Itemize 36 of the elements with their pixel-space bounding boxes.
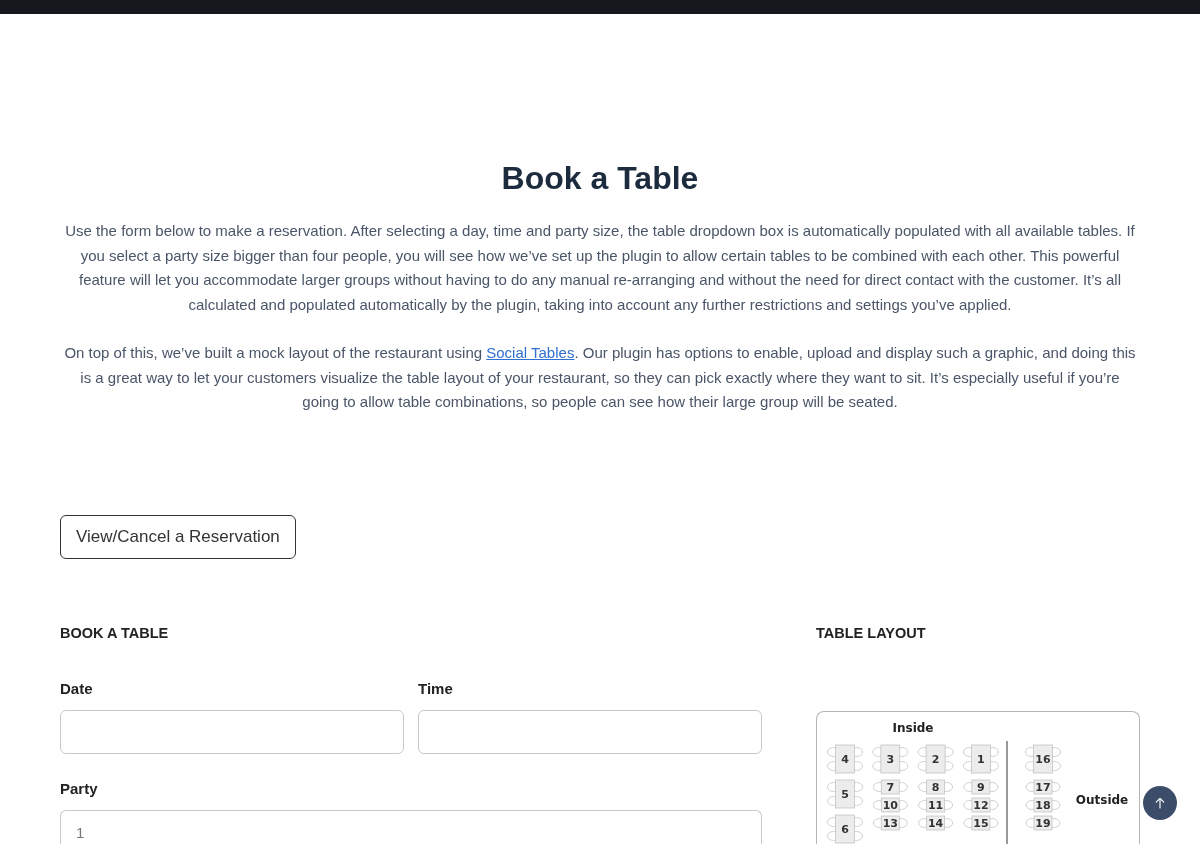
area-label: Outside (1075, 792, 1129, 807)
social-tables-link[interactable]: Social Tables (486, 344, 575, 361)
floor-plan-table: 14 (918, 815, 954, 830)
intro-paragraph: Use the form below to make a reservation. After selecting a day, time and party size, the table dropdown box is automatically populated with all available tables. If you select a party size bigger than four people, you will see how we’ve set up the plugin to allow certain tables to be combined with each other. This powerful feature will let you accommodate larger groups without having to do any manual re-arranging and without the need for direct contact with the customer. It’s all calculated and populated automatically by the plugin, taking into account any further restrictions and settings you’ve applied. (64, 221, 1136, 315)
input-field[interactable] (60, 709, 404, 754)
floor-plan-table: 18 (1025, 797, 1061, 812)
floor-plan-table: 10 (872, 797, 908, 812)
floor-plan-table: 11 (918, 797, 954, 812)
floor-plan-table: 8 (918, 779, 954, 794)
section-heading: BOOK A TABLE (60, 623, 170, 643)
area-label: Inside (892, 720, 934, 735)
floor-plan-table: 4 (827, 744, 863, 773)
arrow-up-icon (1155, 797, 1165, 809)
floor-plan-table: 5 (827, 779, 863, 808)
intro-paragraph: On top of this, we’ve built a mock layout of the restaurant using Social Tables. Our plugin has options to enable, upload and display such a graphic, and doing this is a great way to let your customers visualize the table layout of your restaurant, so they can pick exactly where they want to sit. It’s especially useful if you’re going to allow table combinations, so people can see how their large group will be seated. (63, 343, 1137, 412)
view-cancel-reservation-button[interactable]: View/Cancel a Reservation (60, 514, 296, 559)
floor-plan-table: 19 (1025, 815, 1061, 830)
floor-plan-table: 1 (962, 744, 999, 773)
field-label: Date (60, 678, 93, 699)
floor-plan-table: 17 (1025, 779, 1061, 794)
page-title: Book a Table (500, 159, 700, 198)
floor-plan-table: 7 (872, 779, 908, 794)
floor-plan-table: 15 (963, 815, 999, 830)
input-field[interactable]: 1 (60, 809, 762, 844)
section-heading: TABLE LAYOUT (816, 623, 927, 643)
floor-plan-table: 2 (917, 744, 954, 773)
field-label: Time (418, 678, 453, 699)
scroll-to-top-button[interactable] (1143, 786, 1177, 820)
floor-plan-table: 9 (963, 779, 999, 794)
floor-plan-table: 16 (1025, 744, 1061, 773)
floor-plan-table: 13 (872, 815, 908, 830)
floor-plan-table: 6 (827, 814, 863, 843)
floor-plan-table: 12 (963, 797, 999, 812)
floor-plan-table: 3 (872, 744, 909, 773)
field-label: Party (60, 778, 98, 799)
input-field[interactable] (418, 709, 762, 754)
